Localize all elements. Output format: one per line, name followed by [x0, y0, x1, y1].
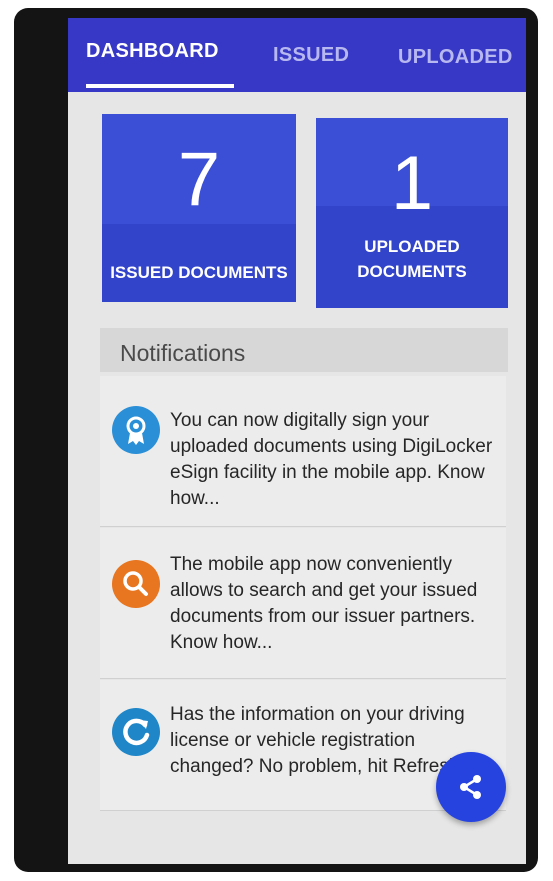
- uploaded-label-line-1: UPLOADED: [364, 237, 460, 256]
- certificate-icon: [112, 406, 160, 454]
- active-tab-indicator: [86, 84, 234, 88]
- notification-text: You can now digitally sign your uploaded…: [170, 410, 493, 509]
- uploaded-count: 1: [390, 141, 434, 226]
- tab-uploaded[interactable]: UPLOADED: [398, 46, 513, 69]
- tab-dashboard[interactable]: DASHBOARD: [86, 40, 219, 63]
- refresh-icon: [112, 708, 160, 756]
- uploaded-documents-label: UPLOADED DOCUMENTS: [316, 234, 508, 284]
- notifications-header: Notifications: [100, 328, 508, 372]
- notifications-title: Notifications: [120, 340, 246, 366]
- phone-frame: DASHBOARD ISSUED UPLOADED 7 ISSUED DOCUM…: [14, 8, 538, 872]
- notification-item[interactable]: The mobile app now conveniently allows t…: [100, 528, 506, 679]
- share-button[interactable]: [436, 752, 506, 822]
- tab-bar: DASHBOARD ISSUED UPLOADED: [68, 18, 526, 92]
- issued-documents-tile[interactable]: 7 ISSUED DOCUMENTS: [102, 114, 296, 302]
- search-icon: [112, 560, 160, 608]
- uploaded-documents-tile[interactable]: 1 UPLOADED DOCUMENTS: [316, 118, 508, 308]
- issued-documents-label: ISSUED DOCUMENTS: [110, 263, 288, 282]
- tab-issued[interactable]: ISSUED: [273, 44, 349, 67]
- issued-count: 7: [177, 137, 221, 222]
- notification-text: The mobile app now conveniently allows t…: [170, 554, 478, 653]
- uploaded-label-line-2: DOCUMENTS: [357, 262, 467, 281]
- app-screen: DASHBOARD ISSUED UPLOADED 7 ISSUED DOCUM…: [68, 18, 526, 864]
- notification-item[interactable]: You can now digitally sign your uploaded…: [100, 376, 506, 527]
